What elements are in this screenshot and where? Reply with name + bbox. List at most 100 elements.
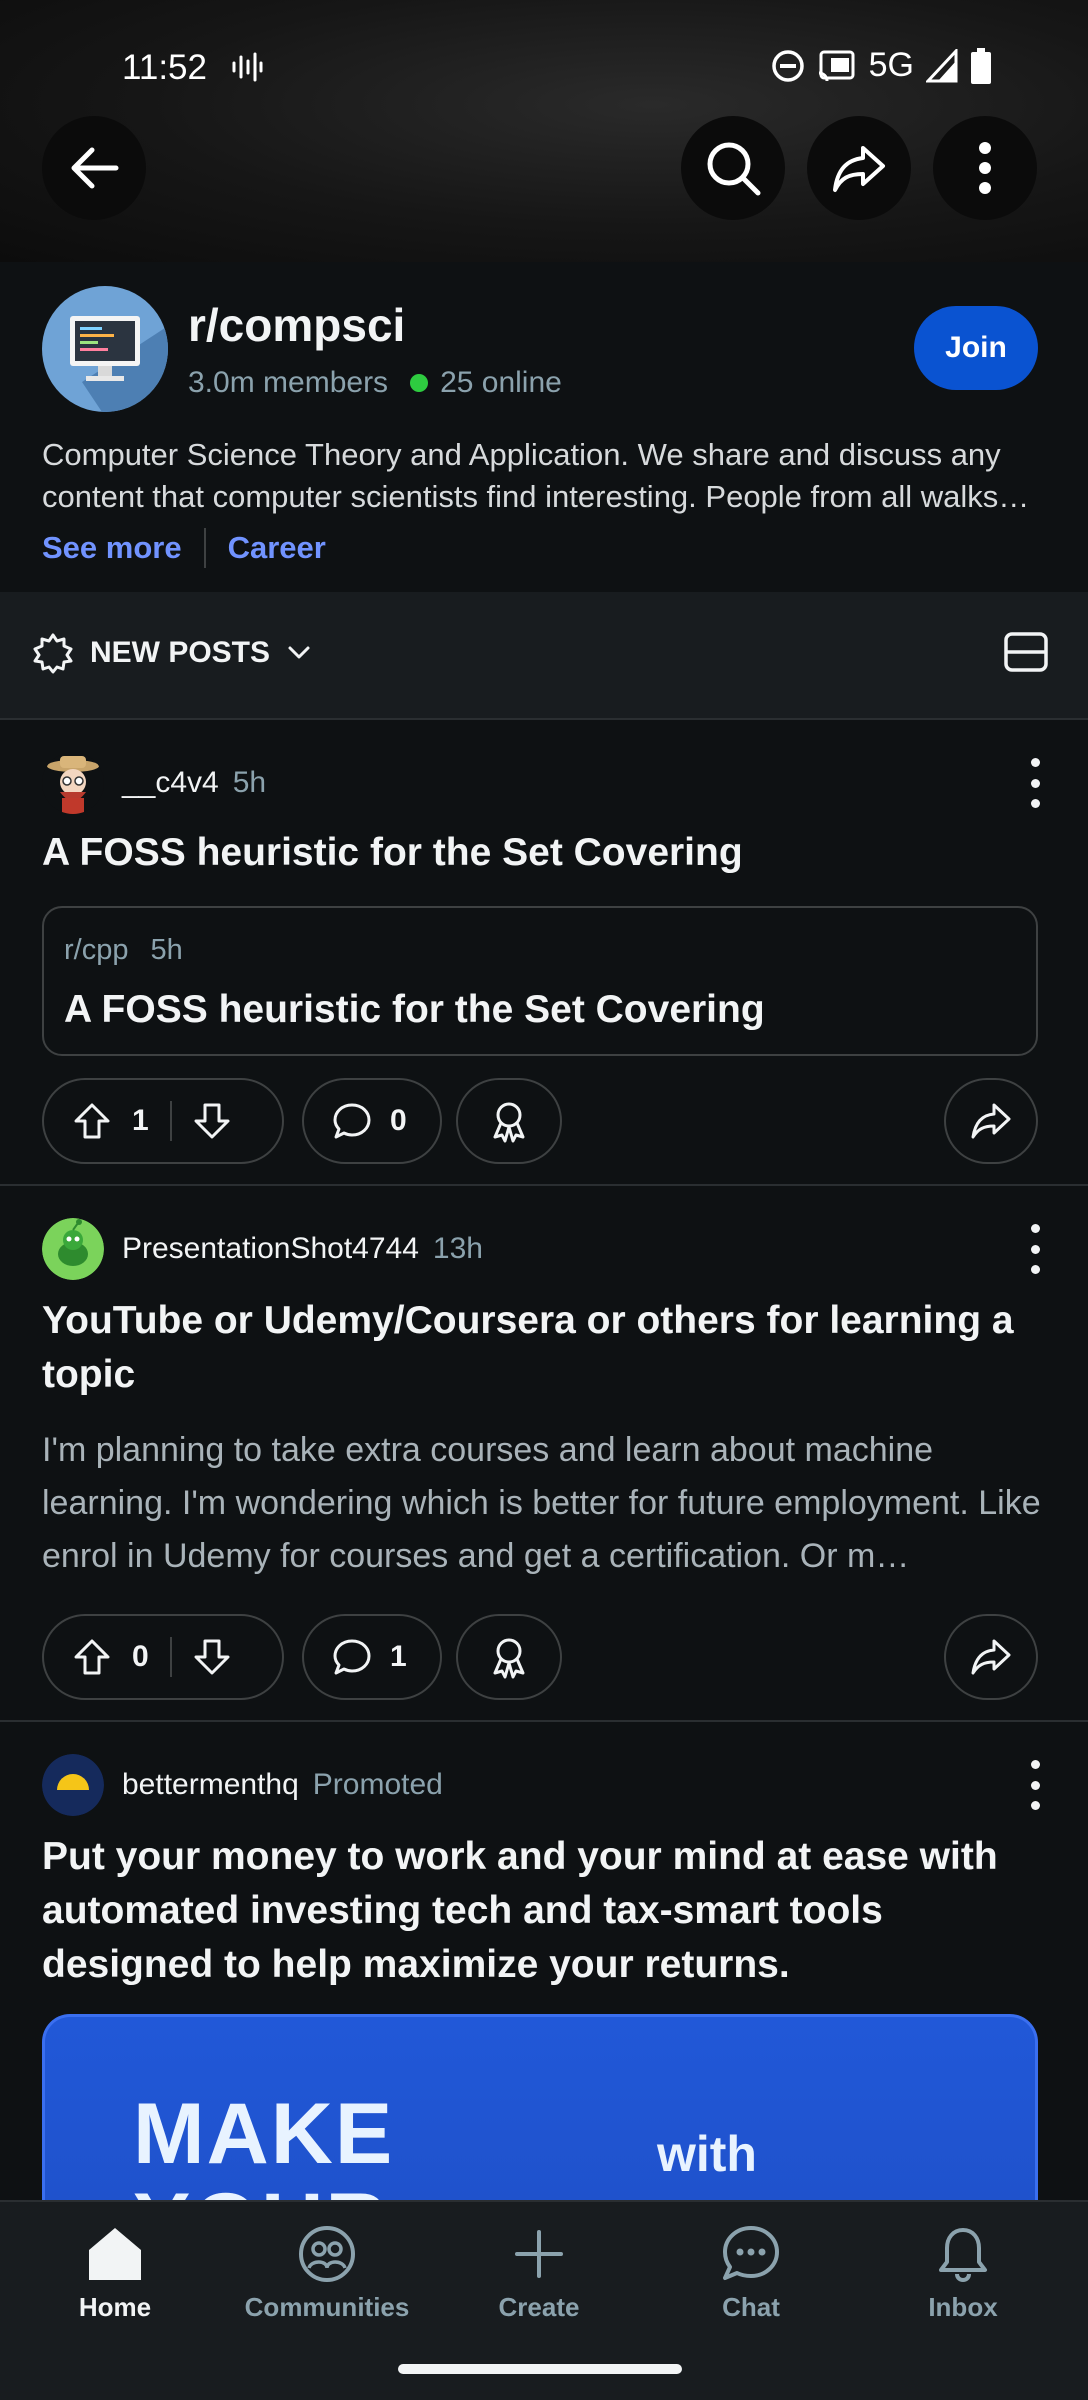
- search-icon: [707, 142, 761, 196]
- community-avatar: [42, 286, 168, 412]
- award-button[interactable]: [456, 1614, 562, 1700]
- back-button[interactable]: [42, 116, 146, 220]
- status-bar: 11:52 5G: [0, 0, 1088, 130]
- post-header: PresentationShot4744 13h: [42, 1218, 483, 1280]
- community-links: See more Career: [42, 528, 326, 568]
- post-body[interactable]: I'm planning to take extra courses and l…: [42, 1424, 1054, 1583]
- nav-label: Chat: [722, 2292, 780, 2322]
- plus-icon: [515, 2230, 563, 2278]
- more-vertical-icon: [979, 142, 991, 194]
- signal-icon: [926, 48, 958, 82]
- do-not-disturb-icon: [771, 49, 804, 82]
- post-options-icon[interactable]: [1020, 1224, 1050, 1274]
- status-time: 11:52: [122, 48, 207, 87]
- nav-label: Create: [498, 2292, 580, 2322]
- chevron-down-icon: [288, 646, 310, 659]
- comment-icon: [333, 1103, 371, 1139]
- community-name: r/compsci: [188, 299, 406, 351]
- online-count: 25 online: [440, 366, 562, 399]
- member-count: 3.0m members: [188, 366, 389, 399]
- post-share-button[interactable]: [944, 1078, 1038, 1164]
- sort-dropdown[interactable]: NEW POSTS: [32, 632, 312, 674]
- see-more-link[interactable]: See more: [42, 530, 182, 566]
- user-avatar[interactable]: [42, 752, 104, 814]
- share-icon: [833, 146, 885, 192]
- sparkle-badge-icon: [33, 633, 73, 674]
- upvote-icon[interactable]: [72, 1101, 112, 1141]
- network-type: 5G: [868, 46, 914, 84]
- downvote-icon[interactable]: [192, 1101, 232, 1141]
- ad-image[interactable]: MAKE YOUR with: [42, 2014, 1038, 2202]
- more-button[interactable]: [933, 116, 1037, 220]
- sort-label: NEW POSTS: [90, 636, 271, 669]
- nav-home[interactable]: Home: [30, 2222, 200, 2323]
- career-link[interactable]: Career: [228, 530, 326, 566]
- award-icon: [493, 1102, 525, 1143]
- home-icon: [89, 2228, 141, 2280]
- post-header: __c4v4 5h: [42, 752, 266, 814]
- bell-icon: [939, 2228, 987, 2283]
- communities-icon: [299, 2226, 355, 2282]
- community-description: Computer Science Theory and Application.…: [42, 437, 1030, 514]
- post-username[interactable]: __c4v4: [122, 766, 219, 800]
- post-options-icon[interactable]: [1020, 1760, 1050, 1810]
- comment-count: 0: [390, 1104, 407, 1137]
- crosspost-meta: r/cpp 5h: [64, 934, 183, 967]
- post-time: 13h: [432, 1232, 483, 1265]
- post-username[interactable]: PresentationShot4744: [122, 1232, 419, 1266]
- nav-create[interactable]: Create: [454, 2222, 624, 2323]
- status-icons: 5G: [771, 46, 992, 85]
- upvote-icon[interactable]: [72, 1637, 112, 1677]
- nav-chat[interactable]: Chat: [666, 2222, 836, 2323]
- divider: [203, 528, 206, 568]
- post-card[interactable]: PresentationShot4744 13h YouTube or Udem…: [0, 1188, 1088, 1722]
- sort-bar: NEW POSTS: [0, 592, 1088, 720]
- nav-label: Inbox: [928, 2292, 998, 2322]
- join-button[interactable]: Join: [914, 306, 1038, 390]
- comment-icon: [333, 1639, 371, 1675]
- post-title[interactable]: A FOSS heuristic for the Set Covering: [42, 826, 1052, 880]
- vote-control: 1: [42, 1078, 284, 1164]
- comment-count: 1: [390, 1640, 407, 1673]
- promoted-tag: Promoted: [312, 1768, 443, 1801]
- post-title[interactable]: YouTube or Udemy/Coursera or others for …: [42, 1294, 1052, 1402]
- divider: [170, 1101, 172, 1141]
- online-indicator: [410, 374, 429, 392]
- nav-communities[interactable]: Communities: [242, 2222, 412, 2323]
- search-button[interactable]: [681, 116, 785, 220]
- share-button[interactable]: [807, 116, 911, 220]
- arrow-left-icon: [71, 147, 119, 189]
- post-card[interactable]: __c4v4 5h A FOSS heuristic for the Set C…: [0, 722, 1088, 1186]
- nav-inbox[interactable]: Inbox: [878, 2222, 1048, 2323]
- vote-control: 0: [42, 1614, 284, 1700]
- ad-image-text: MAKE: [133, 2086, 395, 2182]
- award-icon: [493, 1638, 525, 1679]
- battery-icon: [971, 47, 991, 84]
- post-header: bettermenthq Promoted: [42, 1754, 443, 1816]
- community-stats: 3.0m members 25 online: [188, 366, 562, 400]
- post-share-button[interactable]: [944, 1614, 1038, 1700]
- award-button[interactable]: [456, 1078, 562, 1164]
- comments-button[interactable]: 1: [302, 1614, 442, 1700]
- ad-headline[interactable]: Put your money to work and your mind at …: [42, 1830, 1052, 1992]
- crosspost-subreddit: r/cpp: [64, 934, 129, 966]
- ad-image-text: YOUR: [133, 2175, 389, 2202]
- user-avatar[interactable]: [42, 1218, 104, 1280]
- voice-activity-icon: [232, 52, 263, 82]
- post-options-icon[interactable]: [1020, 758, 1050, 808]
- crosspost-card[interactable]: r/cpp 5h A FOSS heuristic for the Set Co…: [42, 906, 1038, 1056]
- comments-button[interactable]: 0: [302, 1078, 442, 1164]
- divider: [170, 1637, 172, 1677]
- nav-label: Communities: [244, 2292, 410, 2322]
- layout-view-icon[interactable]: [1002, 628, 1050, 676]
- advertiser-avatar[interactable]: [42, 1754, 104, 1816]
- vote-count: 1: [132, 1104, 149, 1137]
- advertiser-name[interactable]: bettermenthq: [122, 1768, 299, 1802]
- ad-image-text: with: [657, 2126, 757, 2182]
- home-gesture-bar[interactable]: [398, 2364, 682, 2374]
- crosspost-time: 5h: [150, 934, 183, 966]
- promoted-post-card[interactable]: bettermenthq Promoted Put your money to …: [0, 1724, 1088, 2202]
- cast-icon: [818, 50, 855, 81]
- downvote-icon[interactable]: [192, 1637, 232, 1677]
- nav-label: Home: [78, 2292, 152, 2322]
